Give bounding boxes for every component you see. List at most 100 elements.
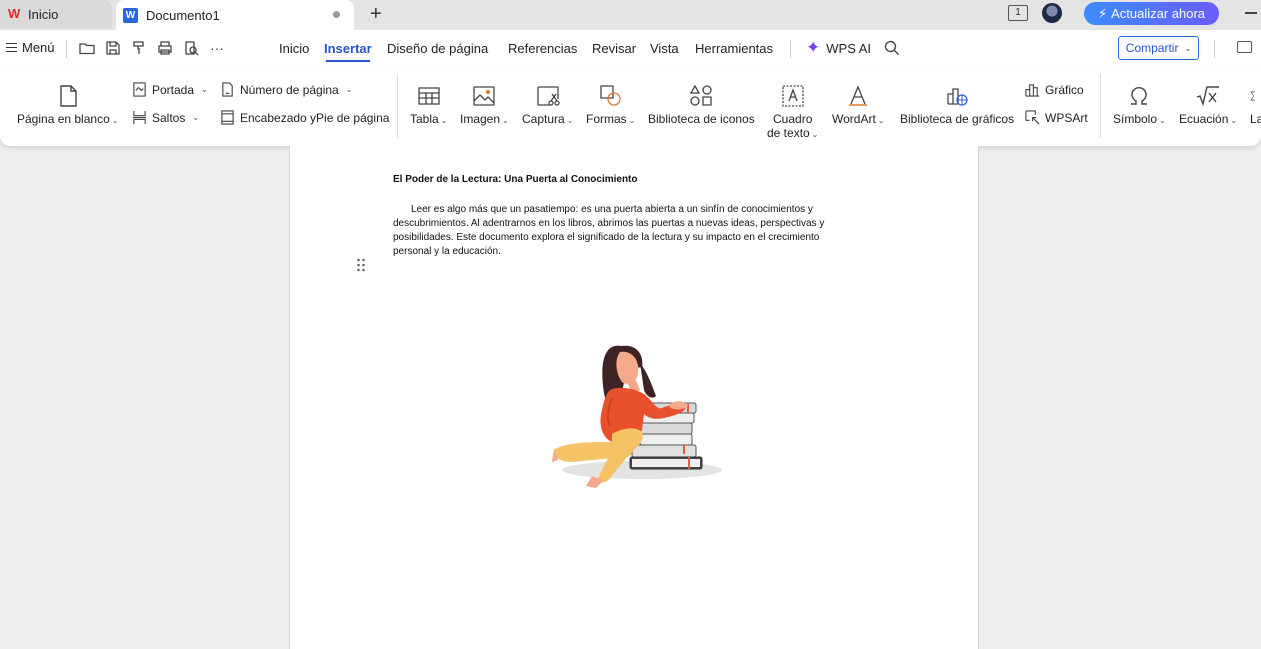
cover-icon bbox=[133, 82, 146, 97]
shapes-button[interactable]: Formas ⌄ bbox=[586, 84, 635, 126]
lightning-icon: ⚡ bbox=[1097, 5, 1108, 21]
chart-icon bbox=[1025, 84, 1040, 97]
breaks-button[interactable]: Saltos ⌄ bbox=[132, 110, 199, 125]
reading-woman-illustration[interactable] bbox=[552, 338, 722, 493]
print-icon[interactable] bbox=[157, 40, 173, 56]
search-icon[interactable] bbox=[884, 40, 900, 56]
latex-label: La bbox=[1250, 112, 1261, 126]
wps-ai-label: WPS AI bbox=[826, 40, 872, 56]
tab-inicio[interactable]: Inicio bbox=[279, 41, 309, 56]
open-folder-icon[interactable] bbox=[79, 40, 95, 56]
chart-label: Gráfico bbox=[1045, 82, 1084, 97]
divider bbox=[1100, 74, 1101, 138]
upgrade-button[interactable]: ⚡ Actualizar ahora bbox=[1084, 2, 1219, 25]
chevron-down-icon: ⌄ bbox=[628, 116, 636, 125]
chevron-down-icon: ⌄ bbox=[440, 116, 448, 125]
tab-insertar[interactable]: Insertar bbox=[324, 41, 372, 56]
tab-diseno-pagina[interactable]: Diseño de página bbox=[387, 41, 488, 56]
chevron-down-icon: ⌄ bbox=[877, 116, 885, 125]
chevron-down-icon: ⌄ bbox=[201, 85, 208, 94]
active-tab-indicator bbox=[326, 60, 370, 62]
sparkle-icon: ✦ bbox=[806, 38, 821, 57]
icon-library-icon bbox=[690, 84, 713, 106]
wordart-icon bbox=[849, 85, 868, 106]
page-number-button[interactable]: Número de página ⌄ bbox=[220, 82, 352, 97]
page-indicator-icon[interactable]: 1 bbox=[1008, 5, 1028, 21]
table-button[interactable]: Tabla ⌄ bbox=[410, 84, 447, 126]
minimize-icon[interactable] bbox=[1245, 12, 1257, 14]
chevron-down-icon: ⌄ bbox=[502, 116, 509, 125]
tab-herramientas[interactable]: Herramientas bbox=[695, 41, 773, 56]
wordart-button[interactable]: WordArt ⌄ bbox=[832, 84, 885, 126]
drag-handle-icon[interactable] bbox=[356, 258, 366, 272]
blank-page-button[interactable]: Página en blanco ⌄ bbox=[17, 84, 118, 126]
header-footer-icon bbox=[221, 110, 234, 125]
chart-library-label: Biblioteca de gráficos bbox=[900, 112, 1015, 126]
sigma-icon bbox=[1250, 91, 1256, 101]
tab-document[interactable]: W Documento1 bbox=[116, 0, 354, 30]
shapes-icon bbox=[600, 85, 621, 106]
print-preview-icon[interactable] bbox=[183, 40, 199, 56]
chevron-down-icon: ⌄ bbox=[566, 116, 574, 125]
document-page[interactable]: El Poder de la Lectura: Una Puerta al Co… bbox=[289, 146, 979, 649]
chart-button[interactable]: Gráfico bbox=[1025, 82, 1084, 97]
menu-button[interactable]: Menú bbox=[6, 40, 55, 55]
breaks-label: Saltos bbox=[152, 110, 186, 125]
image-button[interactable]: Imagen ⌄ bbox=[460, 84, 509, 126]
text-box-button[interactable]: Cuadro de texto ⌄ bbox=[767, 84, 818, 140]
wpsart-label: WPSArt bbox=[1045, 110, 1088, 125]
chevron-down-icon: ⌄ bbox=[1159, 116, 1166, 125]
sqrt-icon bbox=[1196, 86, 1220, 107]
scissors-icon bbox=[537, 86, 560, 106]
table-icon bbox=[418, 87, 440, 105]
document-title: El Poder de la Lectura: Una Puerta al Co… bbox=[393, 174, 638, 185]
capture-button[interactable]: Captura ⌄ bbox=[522, 84, 573, 126]
menu-label: Menú bbox=[22, 40, 55, 55]
wordart-label: WordArt bbox=[832, 112, 876, 126]
menu-bar: Menú ··· Inicio Insertar Diseño de págin… bbox=[0, 30, 1261, 68]
cover-button[interactable]: Portada ⌄ bbox=[132, 82, 208, 97]
chart-library-button[interactable]: Biblioteca de gráficos bbox=[900, 84, 1014, 126]
avatar[interactable] bbox=[1042, 3, 1062, 23]
wps-logo-icon: W bbox=[8, 6, 21, 21]
image-icon bbox=[473, 86, 496, 106]
page-number-icon bbox=[222, 82, 233, 97]
chevron-down-icon: ⌄ bbox=[1184, 43, 1192, 53]
more-icon[interactable]: ··· bbox=[209, 40, 225, 56]
wpsart-button[interactable]: WPSArt bbox=[1025, 110, 1088, 125]
page-number-label: Número de página bbox=[240, 82, 339, 97]
text-box-label-2: de texto bbox=[767, 126, 810, 140]
comment-icon[interactable] bbox=[1237, 41, 1252, 53]
unsaved-dot-icon[interactable] bbox=[333, 11, 340, 18]
new-tab-button[interactable]: + bbox=[370, 3, 382, 25]
breaks-icon bbox=[132, 110, 147, 125]
equation-button[interactable]: Ecuación ⌄ bbox=[1179, 84, 1237, 126]
symbol-button[interactable]: Símbolo ⌄ bbox=[1113, 84, 1166, 126]
icon-library-button[interactable]: Biblioteca de iconos bbox=[648, 84, 755, 126]
header-footer-button[interactable]: Encabezado yPie de página bbox=[220, 110, 389, 125]
blank-page-icon bbox=[60, 85, 77, 107]
wps-ai-button[interactable]: ✦ WPS AI bbox=[806, 39, 871, 57]
text-box-icon bbox=[782, 85, 804, 107]
chevron-down-icon: ⌄ bbox=[1230, 116, 1238, 125]
table-label: Tabla bbox=[410, 112, 439, 126]
save-icon[interactable] bbox=[105, 40, 121, 56]
icon-library-label: Biblioteca de iconos bbox=[648, 112, 755, 126]
document-paragraph: Leer es algo más que un pasatiempo: es u… bbox=[393, 204, 825, 257]
tab-home[interactable]: W Inicio bbox=[0, 0, 112, 28]
shapes-label: Formas bbox=[586, 112, 627, 126]
text-box-label-1: Cuadro bbox=[773, 112, 813, 126]
tab-revisar[interactable]: Revisar bbox=[592, 41, 636, 56]
upgrade-label: Actualizar ahora bbox=[1111, 6, 1206, 21]
tab-vista[interactable]: Vista bbox=[650, 41, 679, 56]
blank-page-label: Página en blanco bbox=[17, 112, 110, 126]
chevron-down-icon: ⌄ bbox=[345, 85, 353, 94]
latex-button[interactable]: La bbox=[1250, 84, 1261, 126]
tab-bar: W Inicio W Documento1 + 1 ⚡ Actualizar a… bbox=[0, 0, 1261, 30]
divider bbox=[790, 40, 791, 58]
share-button[interactable]: Compartir ⌄ bbox=[1118, 36, 1199, 60]
writer-doc-icon: W bbox=[123, 7, 138, 23]
image-label: Imagen bbox=[460, 112, 501, 126]
tab-referencias[interactable]: Referencias bbox=[508, 41, 577, 56]
format-painter-icon[interactable] bbox=[131, 40, 147, 56]
